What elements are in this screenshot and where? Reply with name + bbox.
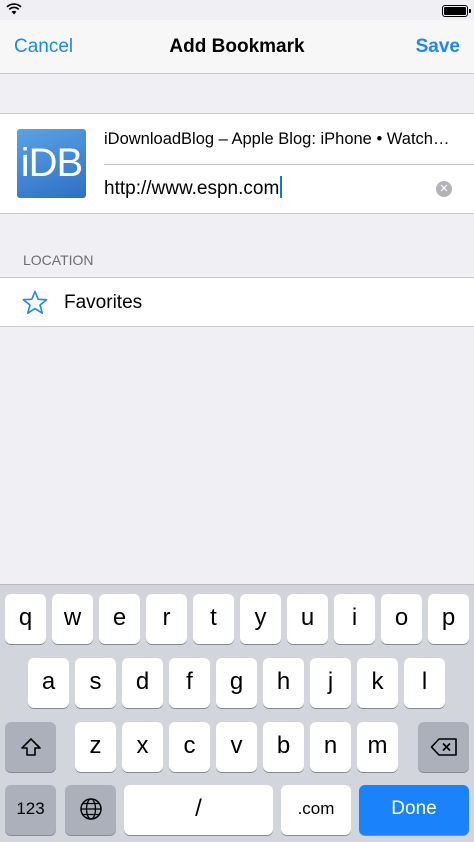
page-title: Add Bookmark xyxy=(169,36,305,57)
key-z[interactable]: z xyxy=(75,722,116,772)
done-key[interactable]: Done xyxy=(359,785,469,835)
location-row-favorites[interactable]: Favorites xyxy=(0,277,474,327)
shift-key[interactable] xyxy=(5,722,56,772)
site-thumbnail: iDB xyxy=(17,129,86,198)
keyboard: q w e r t y u i o p a s d f g h j k l z … xyxy=(0,584,474,842)
key-f[interactable]: f xyxy=(169,658,210,708)
key-m[interactable]: m xyxy=(357,722,398,772)
key-b[interactable]: b xyxy=(263,722,304,772)
text-cursor xyxy=(280,176,283,198)
delete-key[interactable] xyxy=(418,722,469,772)
key-t[interactable]: t xyxy=(193,594,234,644)
key-j[interactable]: j xyxy=(310,658,351,708)
save-button[interactable]: Save xyxy=(416,36,460,58)
backspace-icon xyxy=(430,738,457,756)
dotcom-key[interactable]: .com xyxy=(281,785,351,835)
globe-key[interactable] xyxy=(65,785,116,835)
bookmark-url-text: http://www.espn.com xyxy=(104,178,280,199)
key-c[interactable]: c xyxy=(169,722,210,772)
key-g[interactable]: g xyxy=(216,658,257,708)
globe-icon xyxy=(79,798,102,820)
nav-bar: Cancel Add Bookmark Save xyxy=(0,20,474,74)
key-i[interactable]: i xyxy=(334,594,375,644)
close-icon: ✕ xyxy=(439,183,449,195)
status-bar xyxy=(0,0,474,20)
key-u[interactable]: u xyxy=(287,594,328,644)
key-v[interactable]: v xyxy=(216,722,257,772)
key-d[interactable]: d xyxy=(122,658,163,708)
key-a[interactable]: a xyxy=(28,658,69,708)
key-l[interactable]: l xyxy=(404,658,445,708)
bookmark-title-field[interactable]: iDownloadBlog – Apple Blog: iPhone • Wat… xyxy=(104,130,464,149)
key-w[interactable]: w xyxy=(52,594,93,644)
key-s[interactable]: s xyxy=(75,658,116,708)
battery-icon xyxy=(442,5,471,17)
bookmark-card: iDB iDownloadBlog – Apple Blog: iPhone •… xyxy=(0,113,474,214)
key-x[interactable]: x xyxy=(122,722,163,772)
numbers-key[interactable]: 123 xyxy=(5,785,56,835)
key-e[interactable]: e xyxy=(99,594,140,644)
key-o[interactable]: o xyxy=(381,594,422,644)
location-folder-label: Favorites xyxy=(64,292,143,313)
key-k[interactable]: k xyxy=(357,658,398,708)
wifi-icon xyxy=(6,3,22,15)
key-q[interactable]: q xyxy=(5,594,46,644)
clear-text-button[interactable]: ✕ xyxy=(436,181,452,197)
bookmark-url-field[interactable]: http://www.espn.com xyxy=(104,176,464,202)
slash-key[interactable]: / xyxy=(124,785,273,835)
field-divider xyxy=(104,164,474,165)
location-section-header: LOCATION xyxy=(23,252,94,268)
shift-icon xyxy=(20,738,41,756)
star-icon xyxy=(22,290,48,315)
key-y[interactable]: y xyxy=(240,594,281,644)
key-p[interactable]: p xyxy=(428,594,469,644)
key-r[interactable]: r xyxy=(146,594,187,644)
key-n[interactable]: n xyxy=(310,722,351,772)
key-h[interactable]: h xyxy=(263,658,304,708)
